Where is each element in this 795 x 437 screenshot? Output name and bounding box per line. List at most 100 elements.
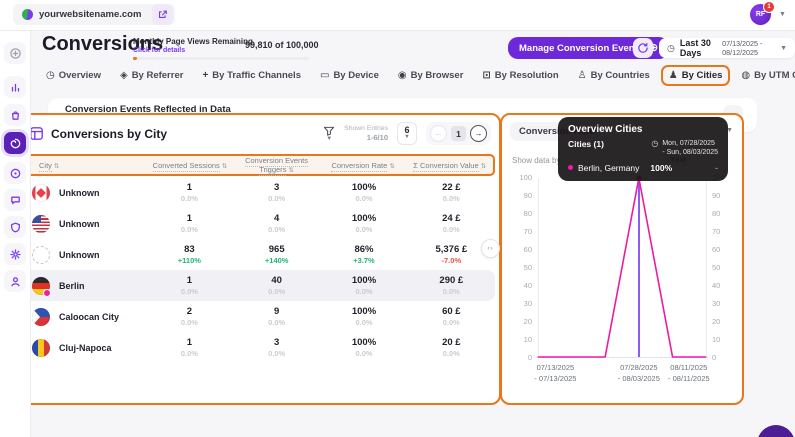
cell-1: 83+110% xyxy=(146,244,233,265)
tab-by-traffic-channels[interactable]: +By Traffic Channels xyxy=(194,65,309,86)
sidebar-item-privacy[interactable] xyxy=(4,216,26,238)
x-tick-line: - 08/03/2025 xyxy=(618,374,660,385)
y-tick-label: 50 xyxy=(524,263,532,272)
tab-by-referrer[interactable]: ◈By Referrer xyxy=(112,65,191,86)
x-tick-label: 08/11/2025- 08/11/2025 xyxy=(668,363,710,384)
column-header-4[interactable]: Conversion Rate⇅ xyxy=(320,161,407,170)
cell-value: 100% xyxy=(320,337,407,349)
column-label: Conversion Rate xyxy=(331,161,387,172)
table-row-cluj-napoca[interactable]: Cluj-Napoca10.0%30.0%100%0.0%20 £0.0% xyxy=(23,332,495,363)
device-icon: ▭ xyxy=(320,70,329,81)
sidebar-item-communication[interactable] xyxy=(4,189,26,211)
sort-icon: ⇅ xyxy=(389,163,394,170)
y-axis-left: 1009080706050403020100 xyxy=(506,173,532,362)
chart-plot-area[interactable] xyxy=(536,178,708,358)
chevron-down-icon: ▼ xyxy=(404,135,409,141)
cell-delta: 0.0% xyxy=(320,225,407,234)
table-row-unknown[interactable]: Unknown10.0%40.0%100%0.0%24 £0.0% xyxy=(23,208,495,239)
flag-wrap xyxy=(32,308,50,326)
tab-overview[interactable]: ◷Overview xyxy=(38,65,109,86)
column-header-3[interactable]: Conversion Events Triggers⇅ xyxy=(233,156,320,174)
tab-by-device[interactable]: ▭ By Device xyxy=(312,65,387,86)
chat-bubble-icon xyxy=(9,194,22,207)
countries-icon: ♙ xyxy=(578,70,587,81)
table-row-caloocan-city[interactable]: Caloocan City20.0%90.0%100%0.0%60 £0.0% xyxy=(23,301,495,332)
table-row-berlin[interactable]: Berlin10.0%400.0%100%0.0%290 £0.0% xyxy=(23,270,495,301)
tab-by-utm-campaign[interactable]: ◍By UTM Campaign xyxy=(733,65,795,86)
cell-delta: 0.0% xyxy=(146,194,233,203)
city-cell: Berlin xyxy=(23,277,146,295)
tab-label: By Browser xyxy=(411,70,464,81)
site-favicon-icon xyxy=(22,9,33,20)
column-header-5[interactable]: Σ Conversion Value⇅ xyxy=(406,161,493,170)
cities-icon: ♟ xyxy=(669,70,678,81)
x-tick-line: - 07/13/2025 xyxy=(534,374,576,385)
cell-delta: 0.0% xyxy=(408,287,495,296)
cell-value: 22 £ xyxy=(408,182,495,194)
y-tick-label: 50 xyxy=(712,263,720,272)
next-page-button[interactable]: → xyxy=(470,125,487,142)
tab-by-countries[interactable]: ♙By Countries xyxy=(570,65,658,86)
date-range-selector[interactable]: ◷ Last 30 Days 07/13/2025 - 08/12/2025 ▼ xyxy=(659,38,795,58)
y-tick-label: 10 xyxy=(524,335,532,344)
city-name: Cluj-Napoca xyxy=(59,343,112,353)
flag-icon-unk xyxy=(32,246,50,264)
tab-label: By Device xyxy=(333,70,378,81)
filter-button[interactable]: ▼ xyxy=(323,126,335,142)
sidebar-collapse-button[interactable] xyxy=(4,42,26,64)
cell-value: 100% xyxy=(320,182,407,194)
open-site-button[interactable] xyxy=(152,4,173,25)
page-number[interactable]: 1 xyxy=(451,126,466,141)
x-tick-label: 07/13/2025- 07/13/2025 xyxy=(534,363,576,384)
cell-3: 100%0.0% xyxy=(320,275,407,296)
sidebar-item-account[interactable] xyxy=(4,270,26,292)
city-cell: Unknown xyxy=(23,184,146,202)
sidebar-item-ecommerce[interactable] xyxy=(4,104,26,126)
chevron-down-icon[interactable]: ▼ xyxy=(779,11,786,18)
cell-delta: +3.7% xyxy=(320,256,407,265)
clock-icon: ◷ xyxy=(651,139,658,148)
chevron-down-icon: ▼ xyxy=(780,45,787,52)
tab-label: By Resolution xyxy=(495,70,559,81)
sidebar-item-conversions[interactable] xyxy=(4,132,26,154)
page-size-selector[interactable]: 6 ▼ xyxy=(397,122,417,145)
y-axis-right: 1009080706050403020100 xyxy=(712,173,738,362)
tooltip-meta-row: Cities (1) ◷ Mon, 07/28/2025 - Sun, 08/0… xyxy=(568,139,718,158)
site-name: yourwebsitename.com xyxy=(39,9,141,20)
cell-4: 22 £0.0% xyxy=(408,182,495,203)
cell-delta: 0.0% xyxy=(146,225,233,234)
city-cell: Cluj-Napoca xyxy=(23,339,146,357)
column-label: City xyxy=(39,161,52,172)
cell-delta: 0.0% xyxy=(320,287,407,296)
cell-2: 400.0% xyxy=(233,275,320,296)
site-selector[interactable]: yourwebsitename.com ▼ xyxy=(13,4,175,25)
y-tick-label: 40 xyxy=(524,281,532,290)
sidebar-item-settings[interactable] xyxy=(4,243,26,265)
panel-resize-handle[interactable]: ‹› xyxy=(481,239,500,258)
city-name: Unknown xyxy=(59,188,100,198)
sidebar-item-statistics[interactable] xyxy=(4,76,26,98)
conversions-spiral-icon xyxy=(9,137,22,150)
notification-badge: 1 xyxy=(763,1,775,13)
column-header-1[interactable]: City⇅ xyxy=(25,161,147,170)
refresh-button[interactable] xyxy=(633,38,653,58)
support-fab-button[interactable] xyxy=(757,425,795,437)
prev-page-button[interactable]: ← xyxy=(430,125,447,142)
pageviews-details-link[interactable]: Click for details xyxy=(133,47,185,54)
cell-value: 40 xyxy=(233,275,320,287)
table-row-unknown[interactable]: Unknown10.0%30.0%100%0.0%22 £0.0% xyxy=(23,177,495,208)
table-row-unknown[interactable]: Unknown83+110%965+140%86%+3.7%5,376 £-7.… xyxy=(23,239,495,270)
tab-by-cities[interactable]: ♟By Cities xyxy=(661,65,731,86)
column-header-2[interactable]: Converted Sessions⇅ xyxy=(147,161,234,170)
y-tick-label: 90 xyxy=(712,191,720,200)
sidebar-item-visitor-behavior[interactable] xyxy=(4,162,26,184)
flag-icon-ro xyxy=(32,339,50,357)
tabs-row: ◷Overview◈By Referrer+By Traffic Channel… xyxy=(38,65,795,86)
cell-delta: 0.0% xyxy=(146,349,233,358)
period-range: 07/13/2025 - 08/12/2025 xyxy=(722,39,775,57)
tab-by-resolution[interactable]: ⊡By Resolution xyxy=(474,65,566,86)
cell-1: 10.0% xyxy=(146,182,233,203)
tab-by-browser[interactable]: ◉By Browser xyxy=(390,65,472,86)
cell-2: 965+140% xyxy=(233,244,320,265)
selected-series-dot-icon xyxy=(43,289,51,297)
